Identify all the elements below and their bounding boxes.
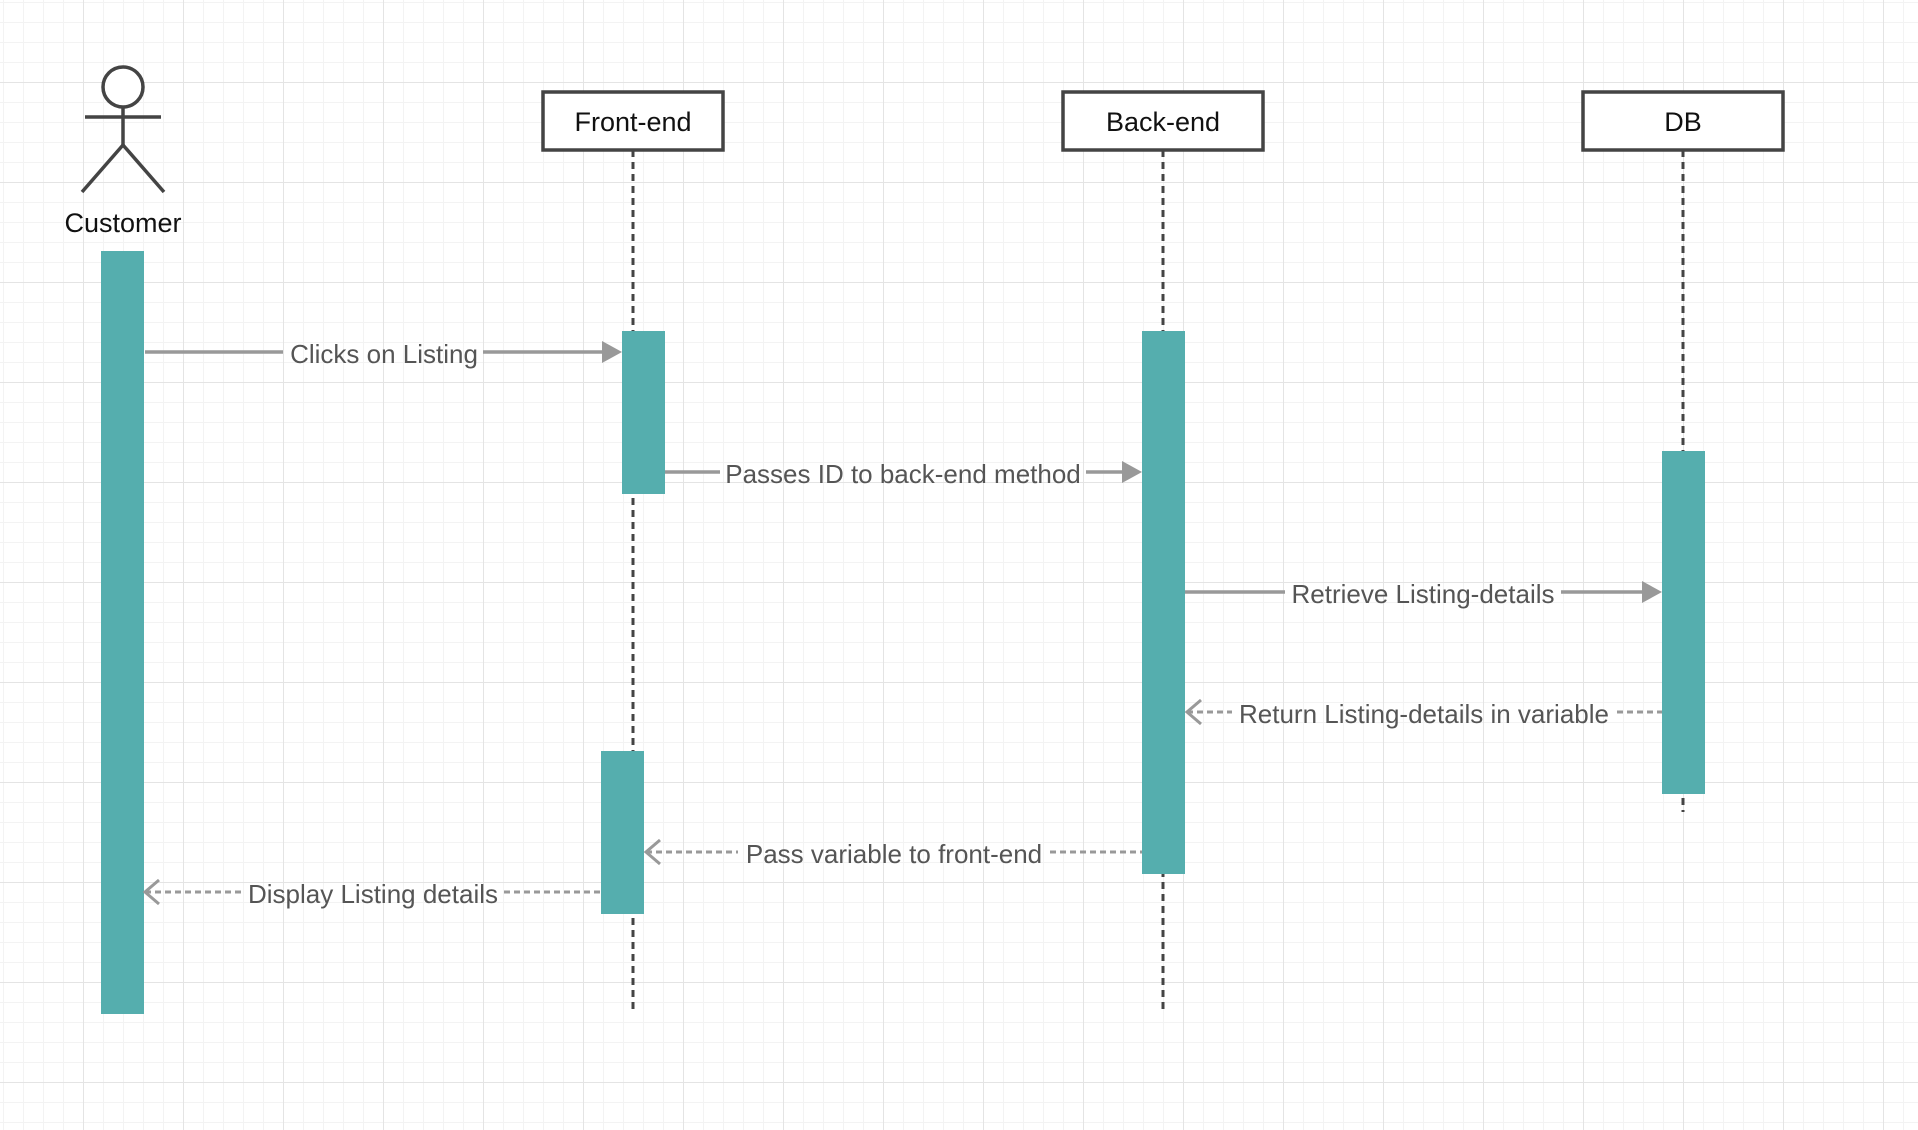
message-label: Return Listing-details in variable (1239, 699, 1609, 729)
participant-label-backend: Back-end (1106, 107, 1220, 137)
message-return-listing-details[interactable]: Return Listing-details in variable (1184, 698, 1662, 729)
activation-frontend-1[interactable] (622, 331, 665, 494)
actor-left-leg (80, 143, 125, 194)
message-passes-id-to-backend[interactable]: Passes ID to back-end method (665, 459, 1142, 489)
message-label: Display Listing details (248, 879, 498, 909)
sequence-diagram: Customer Front-end Back-end DB Clicks on… (64, 65, 1785, 1014)
message-pass-variable-to-frontend[interactable]: Pass variable to front-end (643, 838, 1142, 869)
activation-customer[interactable] (101, 251, 144, 1014)
participant-label-frontend: Front-end (574, 107, 691, 137)
message-clicks-on-listing[interactable]: Clicks on Listing (145, 339, 622, 369)
arrowhead-icon (602, 341, 622, 363)
activation-frontend-2[interactable] (601, 751, 644, 914)
participant-frontend[interactable]: Front-end (541, 90, 725, 152)
message-display-listing-details[interactable]: Display Listing details (142, 878, 601, 909)
actor-customer[interactable]: Customer (64, 65, 182, 238)
arrowhead-icon (1122, 461, 1142, 483)
actor-head (101, 65, 145, 109)
message-label: Passes ID to back-end method (725, 459, 1081, 489)
participant-label-db: DB (1664, 107, 1702, 137)
arrowhead-icon (1642, 581, 1662, 603)
activation-db[interactable] (1662, 451, 1705, 794)
activation-backend[interactable] (1142, 331, 1185, 874)
participant-backend[interactable]: Back-end (1061, 90, 1265, 152)
message-label: Pass variable to front-end (746, 839, 1042, 869)
message-retrieve-listing-details[interactable]: Retrieve Listing-details (1185, 579, 1662, 609)
message-label: Retrieve Listing-details (1291, 579, 1554, 609)
diagram-canvas: Customer Front-end Back-end DB Clicks on… (0, 0, 1918, 1130)
participant-db[interactable]: DB (1581, 90, 1785, 152)
message-label: Clicks on Listing (290, 339, 478, 369)
actor-right-leg (121, 143, 166, 194)
actor-label: Customer (64, 208, 181, 238)
